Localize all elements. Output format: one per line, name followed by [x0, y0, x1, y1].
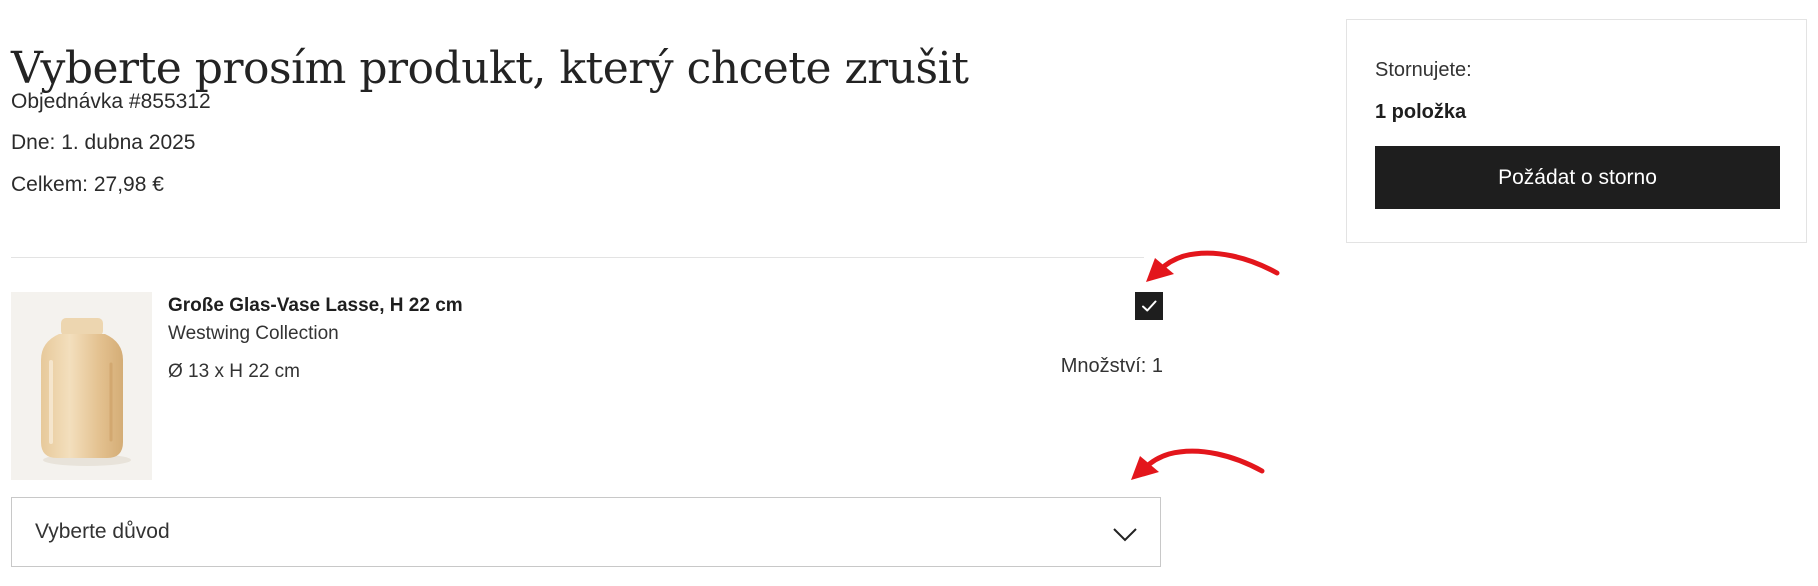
request-cancellation-button[interactable]: Požádat o storno	[1375, 146, 1780, 209]
annotation-arrow-icon	[1146, 250, 1280, 282]
reason-dropdown-placeholder: Vyberte důvod	[35, 520, 170, 543]
summary-item-count: 1 položka	[1375, 101, 1467, 123]
reason-dropdown[interactable]: Vyberte důvod	[11, 497, 1161, 567]
order-date: Dne: 1. dubna 2025	[11, 131, 196, 154]
cancellation-summary: Stornujete: 1 položka Požádat o storno	[1346, 19, 1807, 243]
product-dimensions: Ø 13 x H 22 cm	[168, 361, 300, 382]
product-image	[11, 292, 152, 480]
annotation-arrow-icon	[1131, 448, 1265, 480]
page-title: Vyberte prosím produkt, který chcete zru…	[11, 43, 969, 95]
item-quantity: Množství: 1	[1060, 355, 1163, 377]
summary-label: Stornujete:	[1375, 59, 1472, 81]
order-number: Objednávka #855312	[11, 90, 211, 113]
order-total: Celkem: 27,98 €	[11, 173, 164, 196]
vase-illustration	[41, 318, 131, 466]
select-item-checkbox[interactable]	[1135, 292, 1163, 320]
cancel-order-page: Vyberte prosím produkt, který chcete zru…	[0, 0, 1818, 586]
divider	[11, 257, 1144, 258]
check-icon	[1142, 300, 1157, 312]
chevron-down-icon	[1113, 528, 1137, 542]
product-brand: Westwing Collection	[168, 323, 339, 344]
product-name: Große Glas-Vase Lasse, H 22 cm	[168, 295, 463, 316]
